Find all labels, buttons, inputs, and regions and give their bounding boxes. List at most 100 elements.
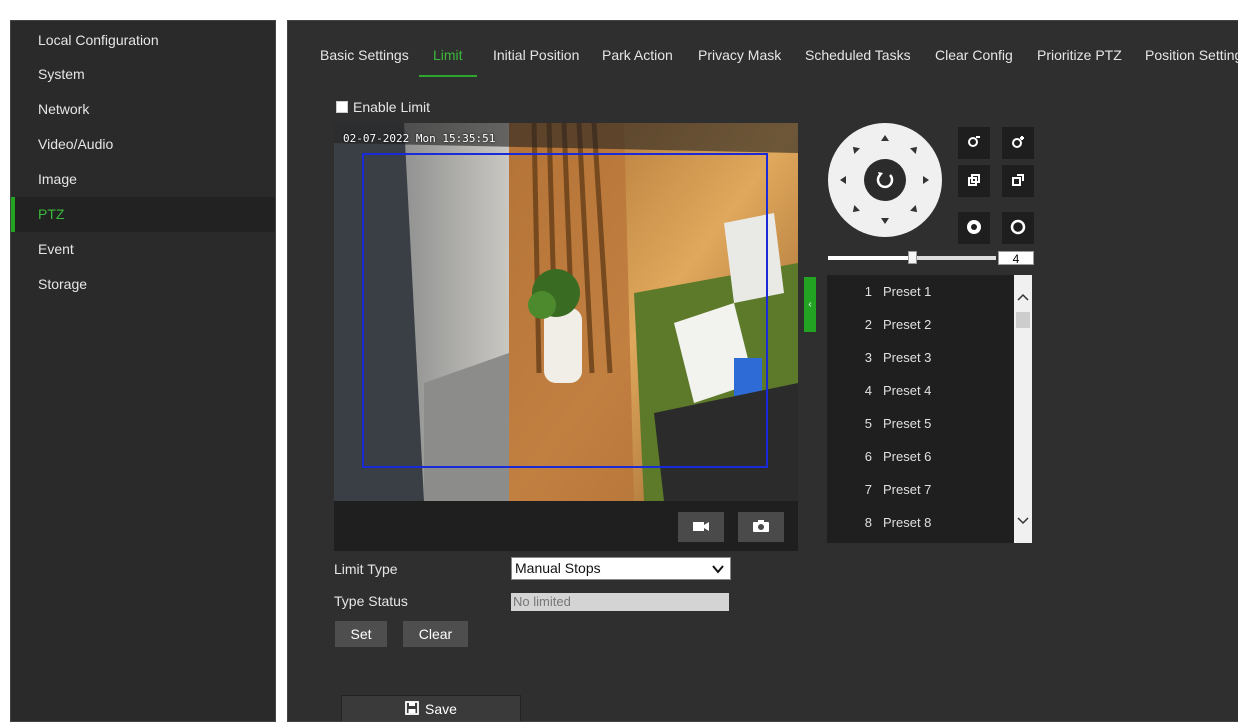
- video-camera-icon: [692, 519, 710, 536]
- tab-privacy-mask[interactable]: Privacy Mask: [698, 47, 781, 63]
- sidebar-item-network[interactable]: Network: [11, 92, 275, 127]
- sidebar-item-image[interactable]: Image: [11, 162, 275, 197]
- save-label: Save: [425, 701, 457, 717]
- ptz-speed-value: 4: [998, 251, 1034, 266]
- preset-name: Preset 1: [883, 284, 932, 299]
- tab-limit[interactable]: Limit: [433, 47, 463, 63]
- preset-number: 8: [864, 515, 872, 530]
- enable-limit-checkbox[interactable]: [336, 101, 348, 113]
- preset-number: 3: [864, 350, 872, 365]
- tab-clear-config[interactable]: Clear Config: [935, 47, 1013, 63]
- auto-pan-button[interactable]: [864, 159, 906, 201]
- zoom-in-button[interactable]: [1002, 127, 1034, 159]
- camera-image: 02-07-2022 Mon 15:35:51: [334, 123, 798, 501]
- type-status-label: Type Status: [334, 593, 408, 609]
- ptz-direction-pad: [828, 123, 942, 237]
- preset-row-1[interactable]: 1 Preset 1: [827, 275, 1013, 308]
- sidebar-item-system[interactable]: System: [11, 57, 275, 92]
- ptz-speed-slider[interactable]: [828, 251, 996, 264]
- enable-limit-label: Enable Limit: [353, 99, 431, 115]
- sidebar-item-local-configuration[interactable]: Local Configuration: [11, 21, 275, 57]
- record-button[interactable]: [678, 512, 724, 542]
- limit-boundary-box[interactable]: [362, 153, 768, 468]
- clear-button[interactable]: Clear: [403, 621, 468, 647]
- ptz-speed-slider-fill: [828, 256, 912, 260]
- preset-name: Preset 7: [883, 482, 932, 497]
- zoom-out-button[interactable]: [958, 127, 990, 159]
- tab-basic-settings[interactable]: Basic Settings: [320, 47, 409, 63]
- preset-number: 6: [864, 449, 872, 464]
- preset-name: Preset 5: [883, 416, 932, 431]
- pan-down-left-arrow[interactable]: [850, 205, 860, 215]
- camera-icon: [752, 519, 770, 536]
- tab-bar: Basic Settings Limit Initial Position Pa…: [288, 21, 1238, 91]
- preset-row-5[interactable]: 5 Preset 5: [827, 407, 1013, 440]
- chevron-left-icon: ‹: [808, 299, 812, 310]
- ptz-panel-collapse-tab[interactable]: ‹: [804, 277, 816, 332]
- enable-limit-row[interactable]: Enable Limit: [336, 99, 430, 115]
- limit-type-value: Manual Stops: [515, 560, 601, 576]
- preset-name: Preset 4: [883, 383, 932, 398]
- preset-row-8[interactable]: 8 Preset 8: [827, 506, 1013, 539]
- floppy-disk-icon: [405, 700, 419, 718]
- sidebar-item-ptz[interactable]: PTZ: [11, 197, 275, 232]
- pan-up-left-arrow[interactable]: [850, 144, 860, 154]
- pan-right-arrow[interactable]: [923, 176, 929, 184]
- ptz-speed-slider-thumb[interactable]: [908, 251, 917, 264]
- chevron-down-icon[interactable]: [1017, 513, 1029, 529]
- preset-name: Preset 6: [883, 449, 932, 464]
- tab-initial-position[interactable]: Initial Position: [493, 47, 579, 63]
- zoom-out-icon: [967, 135, 981, 152]
- focus-near-button[interactable]: [958, 165, 990, 197]
- preset-name: Preset 3: [883, 350, 932, 365]
- preset-number: 2: [864, 317, 872, 332]
- tab-park-action[interactable]: Park Action: [602, 47, 673, 63]
- sidebar-item-storage[interactable]: Storage: [11, 267, 275, 302]
- preset-number: 7: [864, 482, 872, 497]
- tab-scheduled-tasks[interactable]: Scheduled Tasks: [805, 47, 911, 63]
- chevron-down-icon: [712, 560, 724, 581]
- focus-far-button[interactable]: [1002, 165, 1034, 197]
- preset-number: 1: [864, 284, 872, 299]
- limit-type-select[interactable]: Manual Stops: [511, 557, 731, 580]
- zoom-in-icon: [1011, 135, 1025, 152]
- chevron-up-icon[interactable]: [1017, 289, 1029, 305]
- preset-row-3[interactable]: 3 Preset 3: [827, 341, 1013, 374]
- sidebar-item-video-audio[interactable]: Video/Audio: [11, 127, 275, 162]
- preset-list: 1 Preset 1 2 Preset 2 3 Preset 3 4 Preset 4 …: [827, 275, 1032, 543]
- type-status-field: No limited: [511, 593, 729, 611]
- set-button[interactable]: Set: [335, 621, 387, 647]
- save-button[interactable]: Save: [341, 695, 521, 721]
- video-timestamp: 02-07-2022 Mon 15:35:51: [343, 132, 496, 145]
- focus-far-icon: [1011, 173, 1025, 190]
- pan-down-arrow[interactable]: [881, 218, 889, 224]
- iris-close-button[interactable]: [1002, 212, 1034, 244]
- preset-row-2[interactable]: 2 Preset 2: [827, 308, 1013, 341]
- preset-scrollbar[interactable]: [1014, 275, 1032, 543]
- iris-open-button[interactable]: [958, 212, 990, 244]
- preset-name: Preset 8: [883, 515, 932, 530]
- scrollbar-thumb[interactable]: [1016, 312, 1030, 328]
- pan-left-arrow[interactable]: [840, 176, 846, 184]
- pan-up-right-arrow[interactable]: [910, 144, 920, 154]
- preset-number: 5: [864, 416, 872, 431]
- sidebar-item-event[interactable]: Event: [11, 232, 275, 267]
- iris-close-icon: [1010, 219, 1026, 238]
- pan-down-right-arrow[interactable]: [910, 205, 920, 215]
- preset-row-6[interactable]: 6 Preset 6: [827, 440, 1013, 473]
- preset-row-7[interactable]: 7 Preset 7: [827, 473, 1013, 506]
- live-video-view[interactable]: 02-07-2022 Mon 15:35:51: [334, 123, 798, 551]
- sidebar: Local Configuration System Network Video…: [10, 20, 276, 722]
- tab-prioritize-ptz[interactable]: Prioritize PTZ: [1037, 47, 1122, 63]
- preset-name: Preset 2: [883, 317, 932, 332]
- tab-position-settings[interactable]: Position Settings: [1145, 47, 1238, 63]
- limit-type-label: Limit Type: [334, 561, 398, 577]
- preset-row-4[interactable]: 4 Preset 4: [827, 374, 1013, 407]
- focus-near-icon: [967, 173, 981, 190]
- preset-number: 4: [864, 383, 872, 398]
- rotate-icon: [875, 169, 895, 192]
- snapshot-button[interactable]: [738, 512, 784, 542]
- pan-up-arrow[interactable]: [881, 135, 889, 141]
- iris-open-icon: [966, 219, 982, 238]
- video-toolbar: [334, 501, 798, 551]
